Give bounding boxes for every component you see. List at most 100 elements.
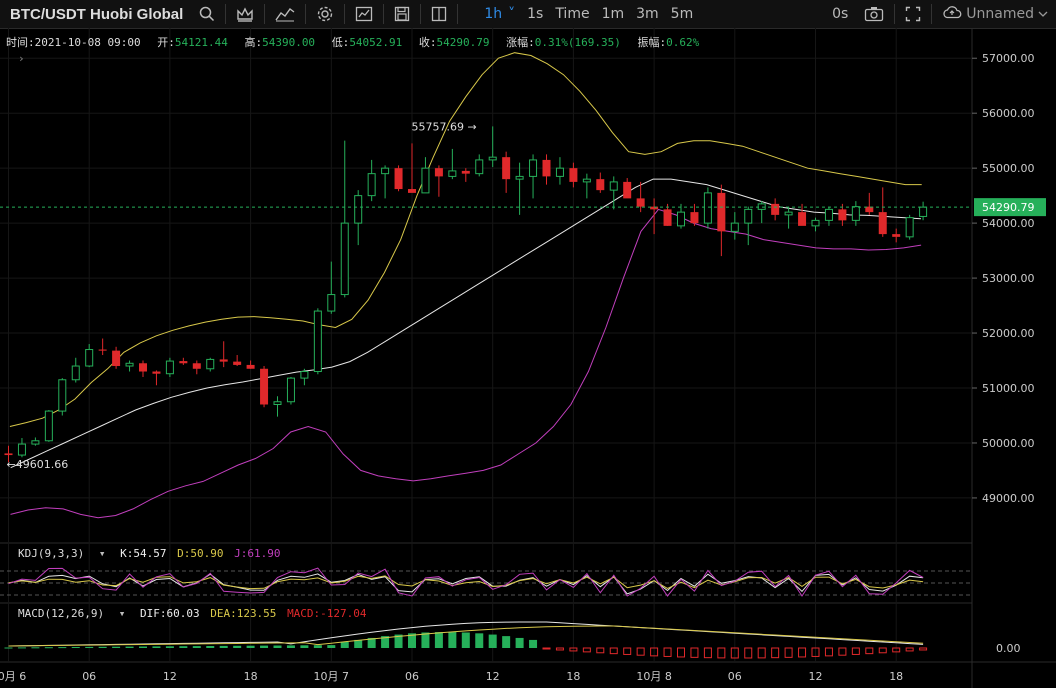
- x-tick-label: 10月 8: [636, 670, 672, 683]
- candle-body: [327, 294, 336, 312]
- kdj-legend: KDJ(9,3,3) ▾ K:54.57 D:50.90 J:61.90: [18, 547, 280, 560]
- kdj-title[interactable]: KDJ(9,3,3): [18, 547, 84, 560]
- macd-bar: [919, 647, 928, 651]
- candle-body: [139, 363, 147, 372]
- timeframe-1h[interactable]: 1h: [478, 6, 508, 22]
- candle-body: [31, 440, 40, 445]
- macd-bar: [206, 646, 215, 648]
- y-tick-label: 57000.00: [982, 52, 1035, 65]
- candle: [488, 126, 497, 168]
- chevron-down-icon: [1038, 6, 1048, 22]
- x-tick-label: 12: [809, 670, 823, 683]
- kdj-menu-icon[interactable]: ▾: [99, 547, 106, 560]
- time-value: 2021-10-08 09:00: [34, 36, 141, 49]
- candle-body: [502, 157, 511, 180]
- candle: [784, 206, 793, 229]
- layout-menu[interactable]: Unnamed: [934, 0, 1056, 28]
- candle: [246, 360, 255, 369]
- macd-menu-icon[interactable]: ▾: [119, 607, 126, 620]
- candle-body: [408, 189, 416, 193]
- high-label: 高:: [244, 36, 263, 49]
- candle: [260, 366, 269, 408]
- price-chart[interactable]: 49000.00 50000.00 51000.00 52000.00 53000.00…: [0, 28, 1056, 688]
- candle-body: [98, 349, 107, 351]
- x-tick-label: 18: [889, 670, 903, 683]
- candle-body: [744, 208, 753, 224]
- expand-legend-icon[interactable]: ›: [18, 52, 25, 65]
- candle: [555, 157, 564, 185]
- macd-hist-value: MACD:-127.04: [287, 607, 367, 620]
- candle-body: [757, 203, 766, 210]
- macd-dea-value: DEA:123.55: [210, 607, 277, 620]
- timeframe-3m[interactable]: 3m: [630, 6, 665, 22]
- y-tick-label: 55000.00: [982, 162, 1035, 175]
- candle-body: [219, 359, 228, 362]
- symbol-name[interactable]: BTC/USDT Huobi Global: [0, 0, 191, 28]
- candle: [98, 338, 107, 356]
- macd-bar: [152, 646, 161, 648]
- candle-body: [165, 360, 174, 375]
- timeframe-time[interactable]: Time: [549, 6, 595, 22]
- macd-dif-value: DIF:60.03: [139, 607, 200, 620]
- macd-zero-label: 0.00: [996, 642, 1021, 655]
- close-label: 收:: [418, 36, 437, 49]
- macd-title[interactable]: MACD(12,26,9): [18, 607, 104, 620]
- change-value: 0.31%(169.35): [534, 36, 621, 49]
- fullscreen-icon[interactable]: [897, 0, 929, 28]
- search-icon[interactable]: [191, 0, 223, 28]
- macd-bar: [865, 647, 874, 655]
- chart-type-icon[interactable]: [347, 0, 381, 28]
- macd-bar: [313, 645, 322, 648]
- candle-body: [233, 361, 242, 365]
- timeframe-1s[interactable]: 1s: [521, 6, 549, 22]
- candle: [139, 360, 147, 378]
- macd-bar: [125, 646, 134, 648]
- copy-icon[interactable]: [423, 0, 455, 28]
- macd-bar: [448, 632, 457, 648]
- macd-bar: [85, 646, 94, 648]
- macd-bar: [165, 646, 174, 648]
- kdj-j-value: J:61.90: [234, 547, 281, 560]
- candle-body: [636, 198, 645, 207]
- macd-bar: [502, 636, 511, 648]
- candle-body: [286, 377, 295, 403]
- candle-body: [4, 453, 13, 456]
- macd-bar: [515, 637, 524, 648]
- settings-icon[interactable]: [308, 0, 342, 28]
- x-tick-label: 12: [163, 670, 177, 683]
- timeframe-1m[interactable]: 1m: [596, 6, 631, 22]
- y-tick-label: 53000.00: [982, 272, 1035, 285]
- macd-bar: [260, 645, 269, 648]
- candle-body: [851, 206, 860, 221]
- candle: [717, 184, 726, 257]
- timeframe-5m[interactable]: 5m: [665, 6, 700, 22]
- macd-bar: [233, 645, 242, 648]
- indicator-icon[interactable]: [267, 0, 303, 28]
- toolbar-divider: [225, 4, 227, 24]
- candle: [165, 357, 174, 378]
- candle-body: [394, 168, 403, 190]
- candle: [233, 355, 242, 367]
- candle: [58, 378, 67, 416]
- candle-body: [367, 173, 376, 197]
- candle: [313, 308, 322, 375]
- macd-bar: [609, 647, 618, 655]
- x-tick-label: 06: [728, 670, 742, 683]
- macd-bar: [690, 647, 699, 658]
- macd-bar: [273, 645, 282, 648]
- candle: [771, 198, 780, 221]
- candle: [905, 214, 914, 240]
- candle-body: [703, 192, 712, 224]
- save-icon[interactable]: [386, 0, 418, 28]
- candle-body: [771, 203, 780, 215]
- x-tick-label: 18: [244, 670, 258, 683]
- crown-icon[interactable]: [228, 0, 262, 28]
- candle-body: [596, 179, 605, 191]
- candle: [757, 201, 766, 224]
- candle: [112, 346, 121, 369]
- time-label: 时间:: [6, 36, 35, 49]
- candle-body: [192, 363, 201, 369]
- candle-body: [730, 222, 739, 232]
- camera-icon[interactable]: [856, 0, 892, 28]
- timeframe-dropdown-icon[interactable]: ˅: [508, 6, 521, 22]
